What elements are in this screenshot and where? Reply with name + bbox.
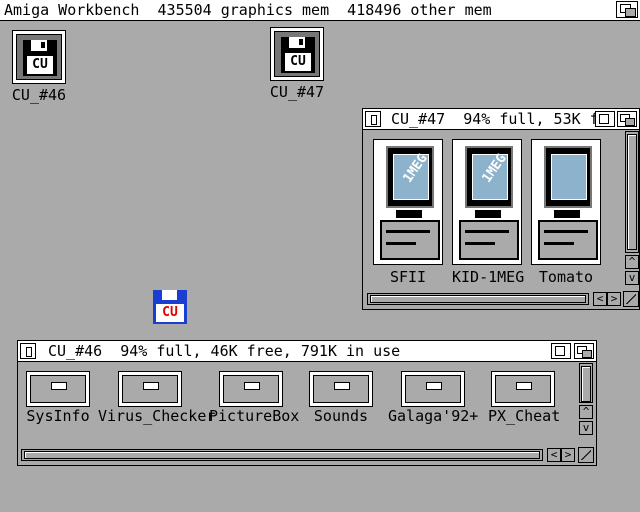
icon-label: PictureBox [209, 407, 300, 425]
icon-label: Virus_Checker [98, 407, 216, 425]
dragging-disk-icon[interactable]: CU [153, 290, 187, 324]
floppy-disk-icon: CU [281, 37, 315, 73]
scroll-up-arrow-icon[interactable]: ^ [579, 405, 593, 419]
window-title: CU_#47 94% full, 53K fr [391, 110, 608, 128]
drawer-icon-virus-checker[interactable]: Virus_Checker [98, 371, 216, 425]
vertical-scrollbar[interactable] [579, 363, 593, 403]
vertical-scrollbar[interactable] [625, 131, 639, 253]
drawer-icon-sysinfo[interactable]: SysInfo [26, 371, 90, 425]
resize-gadget[interactable] [578, 447, 594, 463]
drawer-icon-px-cheat[interactable]: PX_Cheat [488, 371, 561, 425]
horizontal-scrollbar[interactable] [367, 293, 589, 305]
scroll-knob[interactable] [581, 366, 591, 402]
scroll-right-arrow-icon[interactable]: > [607, 292, 621, 306]
drawer-icon [491, 371, 555, 407]
disk-icon-frame: CU [12, 30, 66, 84]
disk-badge: CU [285, 53, 311, 71]
program-icon-tomato[interactable]: Tomato [531, 139, 601, 286]
icon-label: Sounds [313, 407, 369, 425]
disk-icon-frame: CU [270, 27, 324, 81]
program-icon-sfii[interactable]: 1MEG SFII [373, 139, 443, 286]
icon-label: Galaga'92+ [388, 407, 479, 425]
screen-depth-gadget[interactable] [616, 1, 638, 18]
close-gadget[interactable] [365, 111, 381, 127]
window-cu46[interactable]: CU_#46 94% full, 46K free, 791K in use S… [17, 340, 597, 466]
icon-label: SysInfo [26, 407, 90, 425]
drawer-icon [26, 371, 90, 407]
icon-label: SFII [389, 268, 427, 286]
screen-title-bar[interactable]: Amiga Workbench 435504 graphics mem 4184… [0, 0, 640, 21]
monitor-icon [544, 146, 592, 208]
screen-title: Amiga Workbench 435504 graphics mem 4184… [4, 1, 492, 19]
drawer-icon [309, 371, 373, 407]
window-title-bar[interactable]: CU_#46 94% full, 46K free, 791K in use [18, 341, 596, 362]
disk-badge: CU [156, 304, 184, 322]
disk-icon-cu46[interactable]: CU CU_#46 [11, 30, 67, 104]
icon-label: Tomato [538, 268, 594, 286]
scroll-knob[interactable] [24, 451, 540, 459]
drawer-icon-picturebox[interactable]: PictureBox [209, 371, 300, 425]
scroll-knob[interactable] [370, 295, 586, 303]
icon-label: KID-1MEG [452, 268, 525, 286]
window-title: CU_#46 94% full, 46K free, 791K in use [48, 342, 401, 360]
resize-gadget[interactable] [623, 291, 639, 307]
drawer-icon-galaga[interactable]: Galaga'92+ [388, 371, 478, 425]
scroll-left-arrow-icon[interactable]: < [547, 448, 561, 462]
scroll-down-arrow-icon[interactable]: v [625, 271, 639, 285]
disk-badge: CU [27, 56, 53, 74]
floppy-disk-icon: CU [23, 40, 57, 76]
disk-label: CU_#47 [269, 83, 325, 101]
zoom-gadget[interactable] [551, 343, 571, 359]
monitor-icon: 1MEG [465, 146, 513, 208]
scroll-up-arrow-icon[interactable]: ^ [625, 255, 639, 269]
drawer-icon [401, 371, 465, 407]
program-icon-kid1meg[interactable]: 1MEG KID-1MEG [452, 139, 524, 286]
disk-icon-cu47[interactable]: CU CU_#47 [269, 27, 325, 101]
scroll-down-arrow-icon[interactable]: v [579, 421, 593, 435]
monitor-icon: 1MEG [386, 146, 434, 208]
close-gadget[interactable] [20, 343, 36, 359]
disk-label: CU_#46 [11, 86, 67, 104]
drawer-icon [118, 371, 182, 407]
scroll-left-arrow-icon[interactable]: < [593, 292, 607, 306]
drawer-icon-sounds[interactable]: Sounds [306, 371, 376, 425]
depth-gadget[interactable] [617, 111, 637, 127]
zoom-gadget[interactable] [595, 111, 615, 127]
window-title-bar[interactable]: CU_#47 94% full, 53K fr [363, 109, 639, 130]
window-cu47[interactable]: CU_#47 94% full, 53K fr 1MEG SFII 1MEG K… [362, 108, 640, 310]
scroll-knob[interactable] [627, 134, 637, 250]
drawer-icon [219, 371, 283, 407]
depth-gadget[interactable] [574, 343, 594, 359]
icon-label: PX_Cheat [488, 407, 561, 425]
scroll-right-arrow-icon[interactable]: > [561, 448, 575, 462]
horizontal-scrollbar[interactable] [21, 449, 543, 461]
